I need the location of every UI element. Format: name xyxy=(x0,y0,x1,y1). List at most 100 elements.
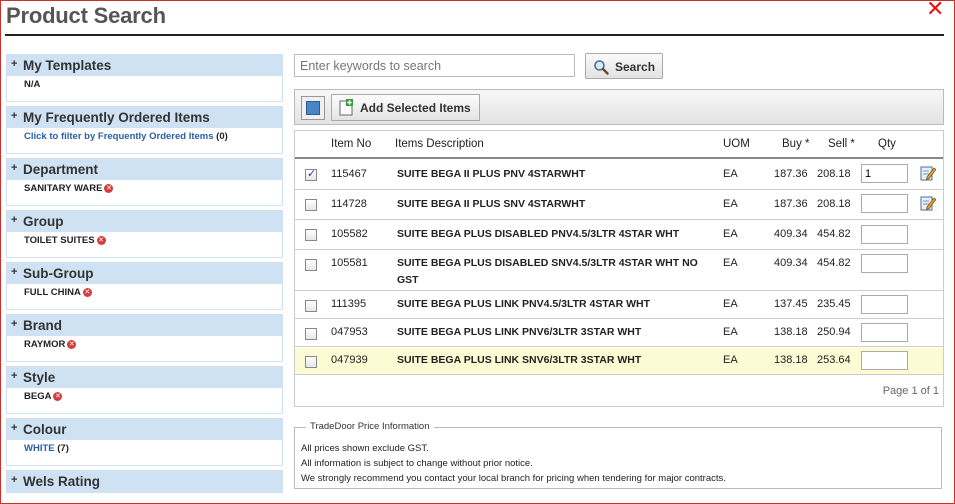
panel-header-frequently-ordered[interactable]: + My Frequently Ordered Items xyxy=(7,107,282,128)
item-buy-price: 187.36 xyxy=(774,168,808,180)
header-sell[interactable]: Sell * xyxy=(828,138,855,150)
expand-icon: + xyxy=(11,370,18,382)
item-no: 047953 xyxy=(331,326,368,338)
pagination-text: Page 1 of 1 xyxy=(882,385,939,397)
panel-header-colour[interactable]: + Colour xyxy=(7,419,282,440)
item-no: 111395 xyxy=(331,298,367,310)
active-filter-value: SANITARY WARE xyxy=(24,183,103,194)
add-document-icon xyxy=(339,99,353,116)
table-row: 105582 SUITE BEGA PLUS DISABLED PNV4.5/3… xyxy=(295,221,943,250)
info-line: All information is subject to change wit… xyxy=(301,458,533,469)
panel-title: Style xyxy=(23,370,56,385)
header-buy[interactable]: Buy * xyxy=(782,138,810,150)
qty-input[interactable] xyxy=(861,323,908,342)
item-buy-price: 137.45 xyxy=(774,298,808,310)
panel-header-style[interactable]: + Style xyxy=(7,367,282,388)
table-row: 105581 SUITE BEGA PLUS DISABLED SNV4.5/3… xyxy=(295,251,943,291)
header-qty[interactable]: Qty xyxy=(878,138,896,150)
panel-header-brand[interactable]: + Brand xyxy=(7,315,282,336)
panel-header-department[interactable]: + Department xyxy=(7,159,282,180)
qty-input[interactable] xyxy=(861,295,908,314)
expand-icon: + xyxy=(11,318,18,330)
item-no: 105581 xyxy=(331,257,368,269)
item-uom: EA xyxy=(723,354,738,366)
active-filter-value: FULL CHINA xyxy=(24,287,81,298)
qty-input[interactable] xyxy=(861,194,908,213)
remove-filter-icon[interactable]: ✕ xyxy=(53,392,63,401)
item-sell-price: 235.45 xyxy=(817,298,851,310)
qty-input[interactable] xyxy=(861,164,908,183)
panel-department: + Department SANITARY WARE ✕ xyxy=(6,158,283,206)
row-select-checkbox[interactable] xyxy=(305,300,317,312)
frequently-ordered-filter-link[interactable]: Click to filter by Frequently Ordered It… xyxy=(24,131,214,142)
item-sell-price: 454.82 xyxy=(817,257,851,269)
panel-title: Group xyxy=(23,214,64,229)
panel-group: + Group TOILET SUITES ✕ xyxy=(6,210,283,258)
panel-colour: + Colour WHITE (7) xyxy=(6,418,283,466)
header-uom[interactable]: UOM xyxy=(723,138,750,150)
item-sell-price: 454.82 xyxy=(817,228,851,240)
panel-header-my-templates[interactable]: + My Templates xyxy=(7,55,282,76)
panel-header-wels-rating[interactable]: + Wels Rating xyxy=(7,471,282,492)
panel-body: Click to filter by Frequently Ordered It… xyxy=(7,128,282,153)
panel-body: N/A xyxy=(7,76,282,101)
item-buy-price: 187.36 xyxy=(774,198,808,210)
row-select-checkbox[interactable] xyxy=(305,259,317,271)
panel-style: + Style BEGA ✕ xyxy=(6,366,283,414)
item-sell-price: 250.94 xyxy=(817,326,851,338)
remove-filter-icon[interactable]: ✕ xyxy=(104,184,114,193)
panel-title: Brand xyxy=(23,318,63,333)
item-description: SUITE BEGA PLUS DISABLED PNV4.5/3LTR 4ST… xyxy=(397,228,680,240)
panel-body: TOILET SUITES ✕ xyxy=(7,232,282,257)
edit-note-icon[interactable] xyxy=(920,195,936,211)
item-no: 115467 xyxy=(331,168,367,180)
remove-filter-icon[interactable]: ✕ xyxy=(82,288,92,297)
edit-note-icon[interactable] xyxy=(920,165,936,181)
table-row: 114728 SUITE BEGA II PLUS SNV 4STARWHT E… xyxy=(295,191,943,220)
info-legend: TradeDoor Price Information xyxy=(306,421,434,432)
header-item-no[interactable]: Item No xyxy=(331,138,371,150)
table-row: 115467 SUITE BEGA II PLUS PNV 4STARWHT E… xyxy=(295,161,943,190)
item-uom: EA xyxy=(723,228,738,240)
expand-icon: + xyxy=(11,474,18,486)
panel-title: Sub-Group xyxy=(23,266,94,281)
active-filter-value: TOILET SUITES xyxy=(24,235,95,246)
remove-filter-icon[interactable]: ✕ xyxy=(96,236,106,245)
title-divider xyxy=(5,34,944,36)
qty-input[interactable] xyxy=(861,254,908,273)
colour-filter-link[interactable]: WHITE xyxy=(24,443,55,454)
qty-input[interactable] xyxy=(861,351,908,370)
panel-my-templates: + My Templates N/A xyxy=(6,54,283,102)
panel-title: My Frequently Ordered Items xyxy=(23,110,210,125)
row-select-checkbox[interactable] xyxy=(305,167,317,181)
qty-input[interactable] xyxy=(861,225,908,244)
item-description: SUITE BEGA PLUS LINK PNV4.5/3LTR 4STAR W… xyxy=(397,298,650,310)
panel-wels-rating: + Wels Rating xyxy=(6,470,283,493)
search-button[interactable]: Search xyxy=(585,53,663,79)
panel-header-sub-group[interactable]: + Sub-Group xyxy=(7,263,282,284)
active-filter-value: BEGA xyxy=(24,391,52,402)
row-select-checkbox[interactable] xyxy=(305,229,317,241)
close-icon[interactable]: ✕ xyxy=(926,0,944,20)
row-select-checkbox[interactable] xyxy=(305,356,317,368)
item-description: SUITE BEGA PLUS LINK SNV6/3LTR 3STAR WHT xyxy=(397,354,642,366)
panel-header-group[interactable]: + Group xyxy=(7,211,282,232)
add-selected-items-button[interactable]: Add Selected Items xyxy=(331,94,480,121)
expand-icon: + xyxy=(11,110,18,122)
item-description: SUITE BEGA II PLUS PNV 4STARWHT xyxy=(397,168,586,180)
expand-icon: + xyxy=(11,266,18,278)
item-uom: EA xyxy=(723,198,738,210)
item-sell-price: 253.64 xyxy=(817,354,851,366)
results-toolbar: Add Selected Items xyxy=(294,89,944,125)
row-select-checkbox[interactable] xyxy=(305,199,317,211)
info-line: We strongly recommend you contact your l… xyxy=(301,473,726,484)
header-description[interactable]: Items Description xyxy=(395,138,484,150)
panel-body: RAYMOR ✕ xyxy=(7,336,282,361)
expand-icon: + xyxy=(11,58,18,70)
panel-value: N/A xyxy=(24,79,41,90)
select-all-button[interactable] xyxy=(301,96,325,120)
remove-filter-icon[interactable]: ✕ xyxy=(67,340,77,349)
page-title: Product Search xyxy=(6,3,166,28)
row-select-checkbox[interactable] xyxy=(305,328,317,340)
search-input[interactable] xyxy=(294,54,575,77)
